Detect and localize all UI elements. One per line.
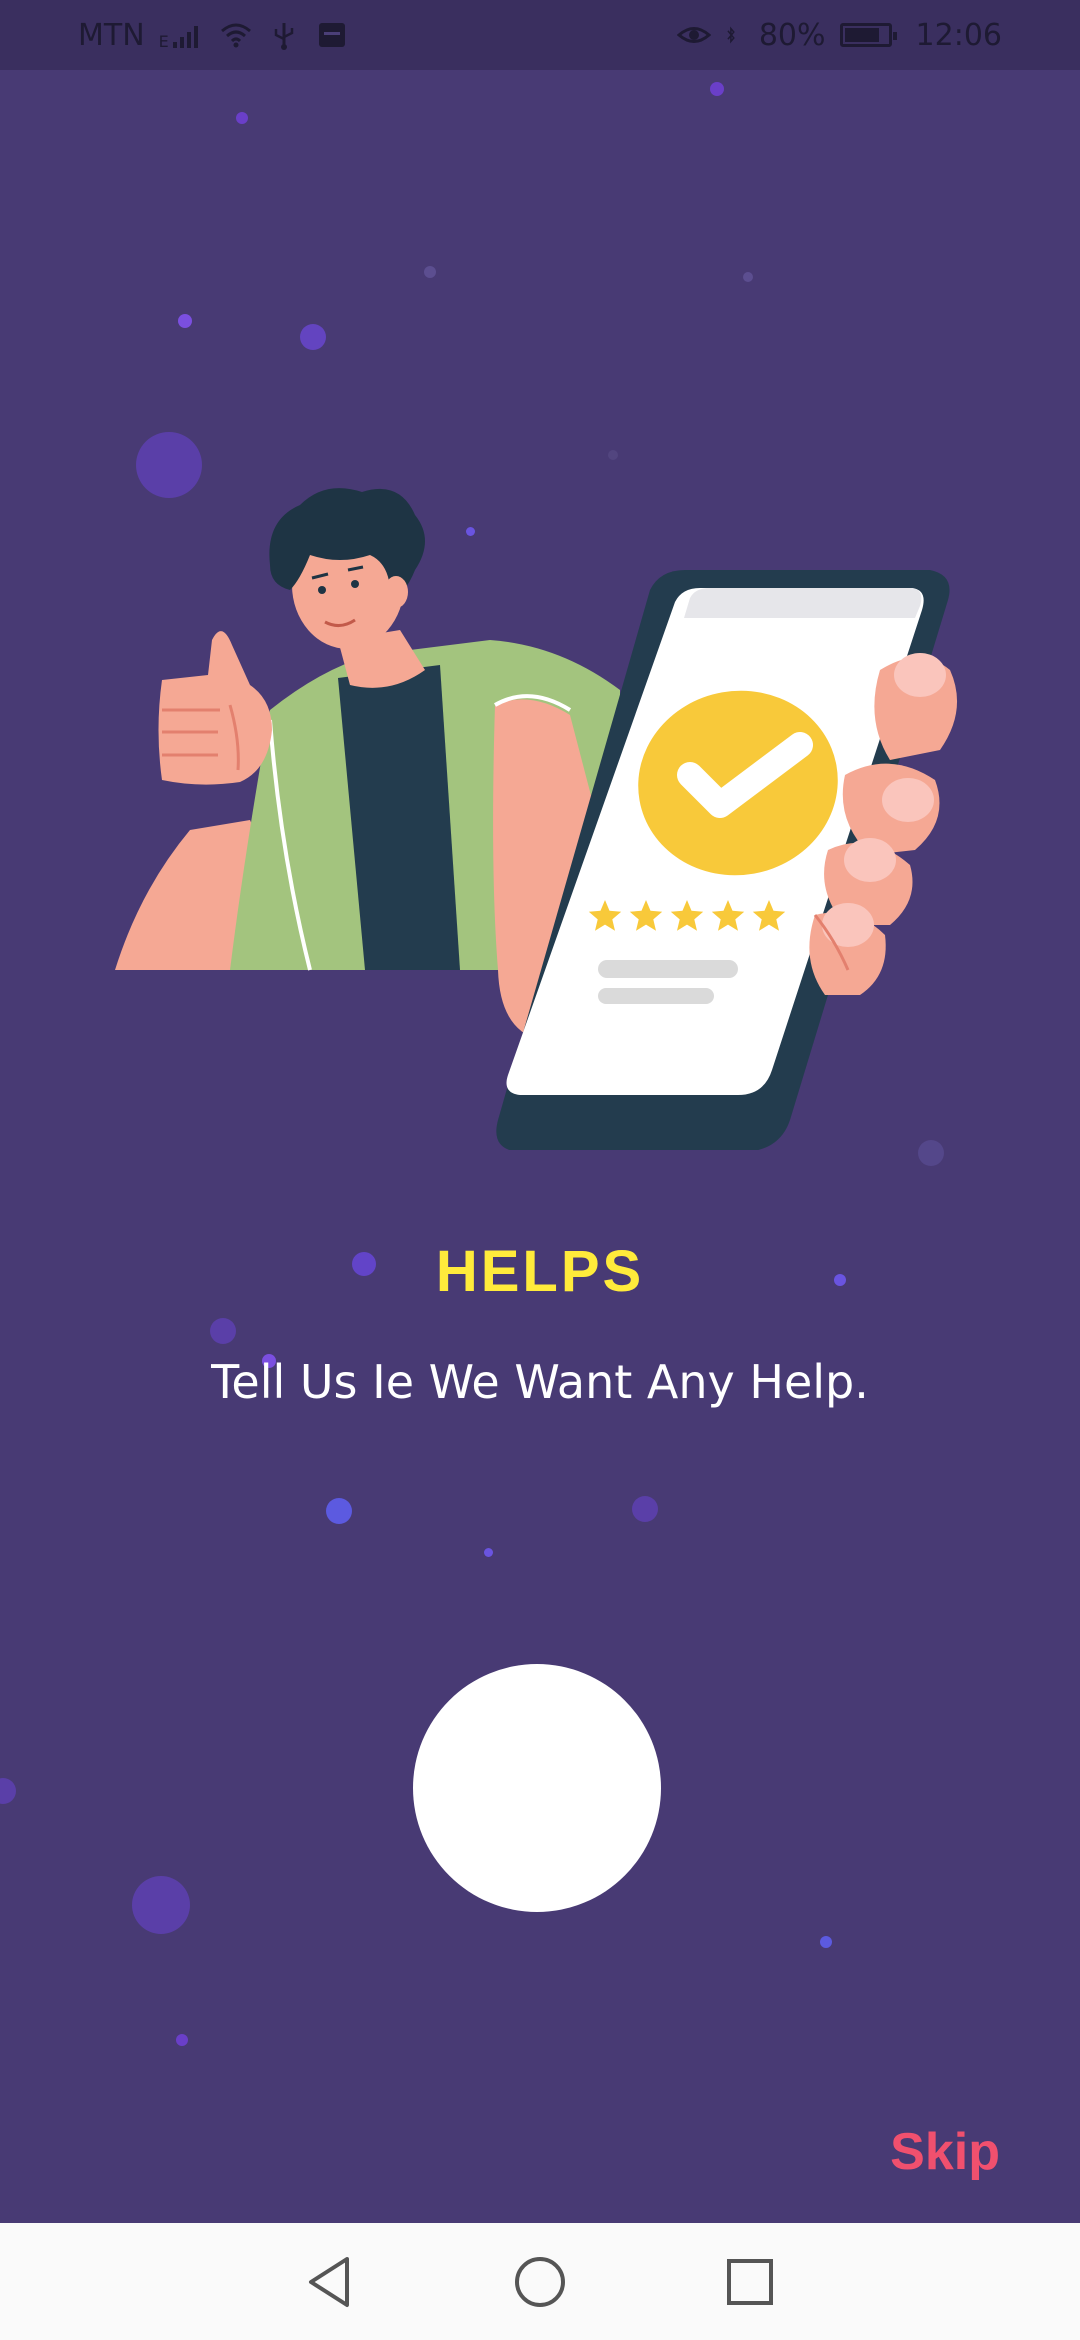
background-dot	[176, 2034, 188, 2046]
home-icon	[515, 2256, 565, 2307]
status-bar-left: MTN E	[78, 18, 349, 53]
background-dot	[710, 82, 724, 96]
background-dot	[424, 266, 436, 278]
usb-icon	[274, 23, 294, 50]
person-figure	[115, 488, 620, 1040]
notification-icon	[318, 23, 345, 47]
bluetooth-icon	[727, 26, 735, 44]
network-type-label: E	[158, 31, 169, 51]
time-label: 12:06	[915, 17, 1002, 53]
nav-recents-button[interactable]	[720, 2252, 780, 2312]
carrier-label: MTN	[78, 17, 145, 53]
background-dot	[326, 1498, 352, 1524]
background-dot	[236, 112, 248, 124]
wifi-icon	[220, 23, 251, 48]
background-dot	[632, 1496, 658, 1522]
background-dot	[132, 1876, 190, 1934]
onboarding-screen: MTN E 80% 12:06 HELPS Tell Us Ie We Want…	[0, 0, 1080, 2340]
back-icon	[309, 2256, 349, 2307]
background-dot	[743, 272, 753, 282]
nav-home-button[interactable]	[510, 2252, 570, 2312]
onboarding-illustration	[115, 488, 958, 1150]
battery-percent-label: 80%	[758, 17, 826, 53]
status-bar-right: 80% 12:06	[676, 17, 1002, 53]
system-nav-bar	[0, 2223, 1080, 2340]
person-head	[269, 488, 425, 649]
battery-icon	[839, 23, 897, 47]
status-bar: MTN E 80% 12:06	[0, 0, 1080, 70]
background-dot	[0, 1778, 16, 1804]
recents-icon	[727, 2258, 773, 2305]
signal-icon	[172, 26, 198, 48]
background-dot	[210, 1318, 236, 1344]
battery-fill	[844, 28, 879, 42]
background-dot	[300, 324, 326, 350]
onboarding-subtitle: Tell Us Ie We Want Any Help.	[211, 1355, 869, 1409]
background-dot	[484, 1548, 493, 1557]
skip-button[interactable]: Skip	[890, 2122, 1000, 2182]
eye-icon	[676, 27, 711, 43]
background-dot	[820, 1936, 832, 1948]
next-button[interactable]	[413, 1664, 661, 1912]
thumbs-up-hand	[158, 631, 272, 785]
background-dot	[608, 450, 618, 460]
background-dot	[178, 314, 192, 328]
nav-back-button[interactable]	[300, 2252, 360, 2312]
onboarding-title: HELPS	[435, 1239, 645, 1304]
